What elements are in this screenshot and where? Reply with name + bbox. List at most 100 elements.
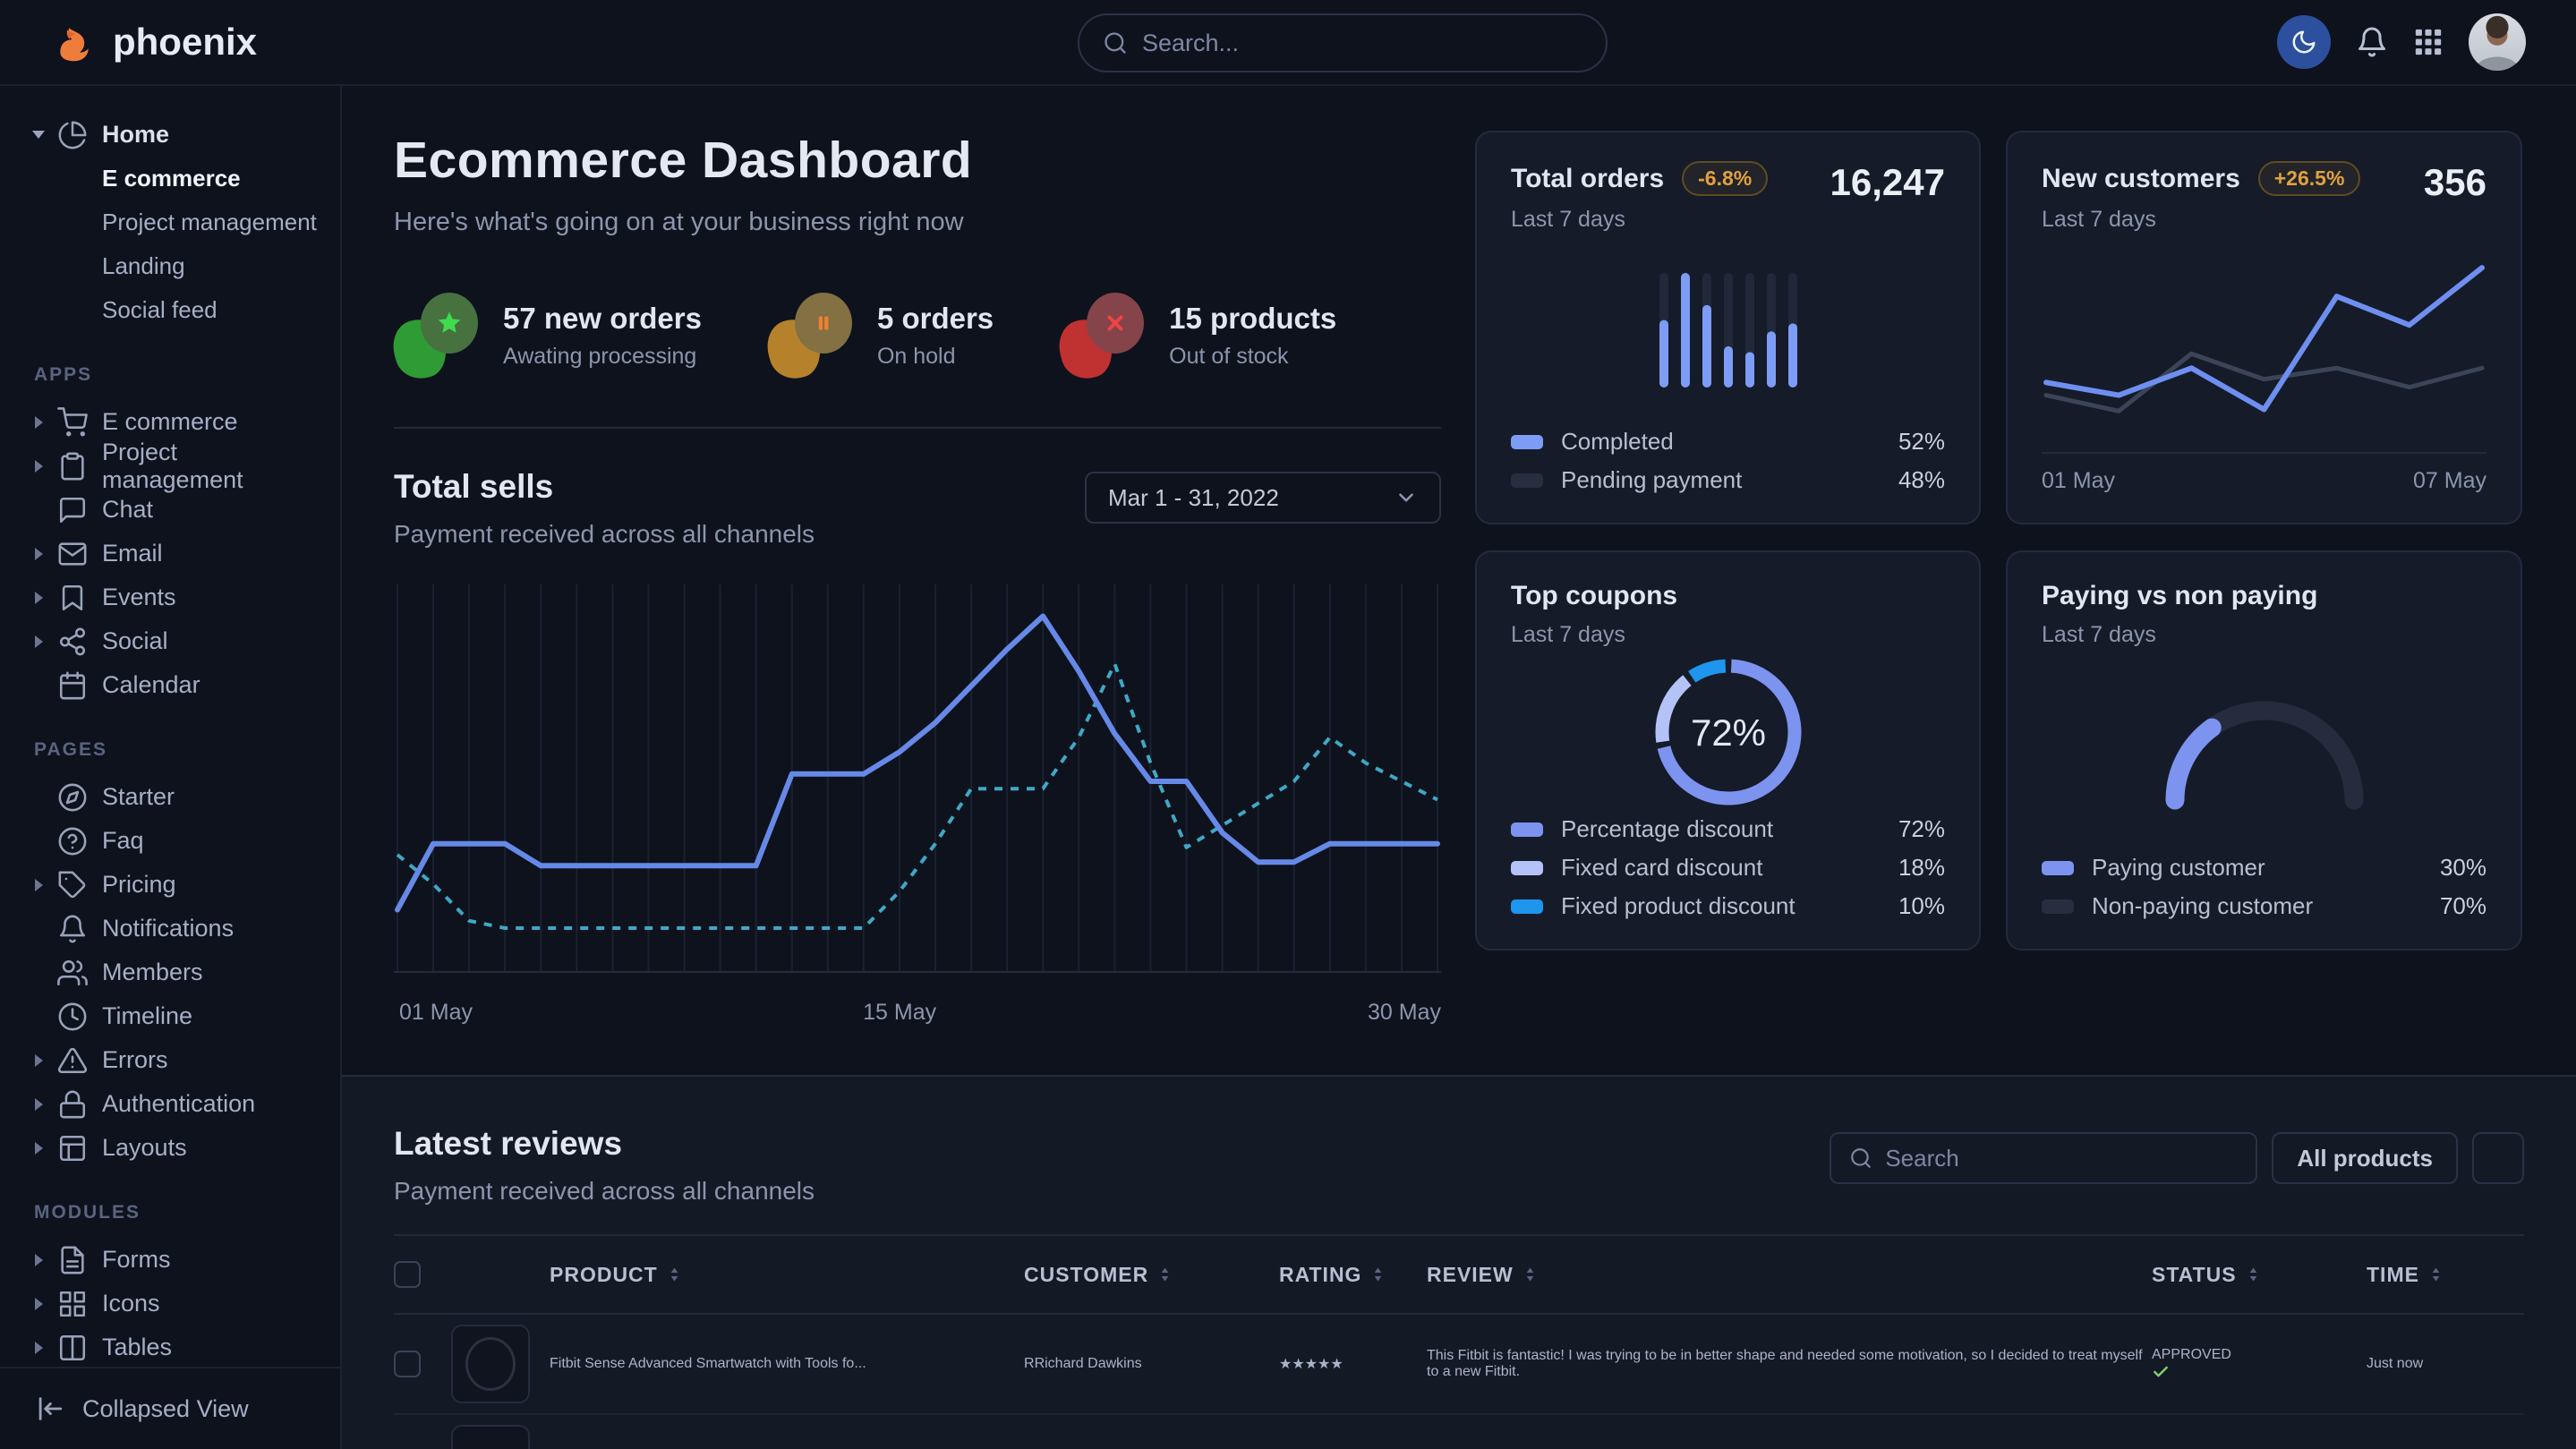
sidebar-item-calendar[interactable]: Calendar bbox=[20, 663, 322, 707]
total-sells-chart: 01 May15 May30 May bbox=[394, 584, 1441, 1037]
column-header-rating[interactable]: RATING bbox=[1279, 1263, 1427, 1287]
sort-icon bbox=[1159, 1266, 1171, 1283]
legend-value: 18% bbox=[1898, 854, 1945, 882]
sidebar-item-label: Timeline bbox=[102, 1002, 192, 1030]
select-all-checkbox[interactable] bbox=[394, 1261, 421, 1288]
sidebar-item-home[interactable]: Home bbox=[20, 113, 322, 157]
users-icon bbox=[57, 958, 88, 988]
collapse-sidebar-button[interactable]: Collapsed View bbox=[0, 1367, 340, 1449]
dashboard-cards: Total orders -6.8% Last 7 days 16,247 Co… bbox=[1475, 131, 2522, 1037]
all-products-button[interactable]: All products bbox=[2272, 1132, 2458, 1184]
reviews-controls: All products bbox=[1830, 1132, 2524, 1184]
legend-row: Fixed card discount18% bbox=[1511, 854, 1945, 882]
product-link[interactable]: Fitbit Sense Advanced Smartwatch with To… bbox=[550, 1356, 1024, 1372]
total-orders-chart bbox=[1511, 233, 1945, 428]
user-avatar[interactable] bbox=[2469, 13, 2526, 71]
column-header-product[interactable]: PRODUCT bbox=[550, 1263, 1024, 1287]
column-header-customer[interactable]: CUSTOMER bbox=[1024, 1263, 1279, 1287]
sidebar-subitem-landing[interactable]: Landing bbox=[20, 244, 322, 288]
stat-caption: Out of stock bbox=[1169, 344, 1336, 370]
product-thumbnail[interactable] bbox=[451, 1425, 530, 1449]
apps-grid-button[interactable] bbox=[2413, 27, 2444, 57]
new-customers-value: 356 bbox=[2424, 161, 2486, 204]
sort-icon bbox=[2248, 1266, 2259, 1283]
dashboard-upper: Ecommerce Dashboard Here's what's going … bbox=[342, 86, 2576, 1075]
sidebar-item-faq[interactable]: Faq bbox=[20, 819, 322, 863]
sidebar-subitem-project-management[interactable]: Project management bbox=[20, 200, 322, 244]
caret-down-icon bbox=[27, 131, 50, 139]
table-row: iPhone 13 pro max-Pacific Blue-128GB sto… bbox=[394, 1415, 2524, 1449]
legend-label: Pending payment bbox=[1561, 466, 1742, 494]
search-input[interactable] bbox=[1142, 30, 1582, 57]
reviews-search-input[interactable] bbox=[1885, 1145, 2238, 1172]
topnav-search bbox=[1078, 13, 1608, 72]
sidebar-item-chat[interactable]: Chat bbox=[20, 488, 322, 532]
legend-swatch bbox=[1511, 823, 1543, 837]
sidebar-item-label: Errors bbox=[102, 1046, 168, 1074]
column-header-time[interactable]: TIME bbox=[2367, 1263, 2474, 1287]
sidebar-item-authentication[interactable]: Authentication bbox=[20, 1082, 322, 1126]
reviews-table: PRODUCTCUSTOMER RATINGREVIEWSTATUSTIME Fit… bbox=[394, 1234, 2524, 1449]
sidebar-item-icons[interactable]: Icons bbox=[20, 1282, 322, 1325]
sidebar-item-starter[interactable]: Starter bbox=[20, 775, 322, 819]
legend-value: 52% bbox=[1898, 428, 1945, 456]
sidebar-item-email[interactable]: Email bbox=[20, 532, 322, 575]
new-customers-period: Last 7 days bbox=[2042, 207, 2360, 233]
legend-label: Fixed product discount bbox=[1561, 892, 1796, 920]
rating-stars: ★★★★★ bbox=[1279, 1355, 1427, 1373]
total-sells-x-labels: 01 May15 May30 May bbox=[394, 1000, 1441, 1037]
caret-right-icon bbox=[27, 548, 50, 560]
column-header-status[interactable]: STATUS bbox=[2152, 1263, 2367, 1287]
pie-chart-icon bbox=[57, 120, 88, 150]
notifications-bell-button[interactable] bbox=[2356, 26, 2388, 58]
legend-swatch bbox=[1511, 861, 1543, 875]
sidebar-item-project-management[interactable]: Project management bbox=[20, 444, 322, 488]
row-checkbox[interactable] bbox=[394, 1351, 421, 1377]
check-icon bbox=[2152, 1363, 2367, 1381]
sort-icon bbox=[1524, 1266, 1536, 1283]
caret-right-icon bbox=[27, 879, 50, 891]
reviews-more-button[interactable] bbox=[2472, 1132, 2524, 1184]
theme-toggle-button[interactable] bbox=[2277, 15, 2331, 69]
legend-value: 30% bbox=[2440, 854, 2486, 882]
sidebar-item-timeline[interactable]: Timeline bbox=[20, 994, 322, 1038]
sidebar-item-members[interactable]: Members bbox=[20, 950, 322, 994]
clock-icon bbox=[57, 1002, 88, 1032]
sidebar-item-forms[interactable]: Forms bbox=[20, 1238, 322, 1282]
date-range-value: Mar 1 - 31, 2022 bbox=[1108, 484, 1279, 512]
legend-value: 10% bbox=[1898, 892, 1945, 920]
status-badge: APPROVED bbox=[2152, 1347, 2367, 1381]
sidebar-subitem-social-feed[interactable]: Social feed bbox=[20, 288, 322, 332]
hero-stats: 57 new ordersAwating processing5 ordersO… bbox=[394, 293, 1441, 379]
customer-avatar[interactable]: R bbox=[1024, 1356, 1035, 1371]
top-coupons-chart: 72% bbox=[1511, 648, 1945, 815]
cart-icon bbox=[57, 407, 88, 438]
brand-logo[interactable]: phoenix bbox=[50, 19, 257, 65]
sidebar-item-label: Tables bbox=[102, 1334, 172, 1361]
sidebar-item-label: Starter bbox=[102, 783, 175, 811]
bell-icon bbox=[57, 914, 88, 944]
hero-stat: 15 productsOut of stock bbox=[1060, 293, 1336, 379]
sidebar-item-errors[interactable]: Errors bbox=[20, 1038, 322, 1082]
sidebar-item-layouts[interactable]: Layouts bbox=[20, 1126, 322, 1170]
topnav: phoenix bbox=[0, 0, 2576, 86]
sidebar-item-tables[interactable]: Tables bbox=[20, 1325, 322, 1367]
sidebar-subitem-e-commerce[interactable]: E commerce bbox=[20, 157, 322, 200]
paying-legend: Paying customer30%Non-paying customer70% bbox=[2042, 854, 2486, 920]
caret-right-icon bbox=[27, 416, 50, 429]
phoenix-logo-icon bbox=[50, 19, 97, 65]
caret-right-icon bbox=[27, 1098, 50, 1111]
sidebar-item-events[interactable]: Events bbox=[20, 575, 322, 619]
legend-row: Paying customer30% bbox=[2042, 854, 2486, 882]
sidebar-item-notifications[interactable]: Notifications bbox=[20, 907, 322, 950]
column-header-review[interactable]: REVIEW bbox=[1427, 1263, 2152, 1287]
column-label: CUSTOMER bbox=[1024, 1263, 1148, 1287]
product-thumbnail[interactable] bbox=[451, 1325, 530, 1403]
date-range-select[interactable]: Mar 1 - 31, 2022 bbox=[1085, 472, 1441, 524]
sidebar-item-pricing[interactable]: Pricing bbox=[20, 863, 322, 907]
sidebar-item-label: Members bbox=[102, 959, 203, 986]
sidebar-item-social[interactable]: Social bbox=[20, 619, 322, 663]
caret-right-icon bbox=[27, 460, 50, 473]
legend-label: Percentage discount bbox=[1561, 815, 1773, 843]
stat-title: 57 new orders bbox=[503, 302, 702, 336]
